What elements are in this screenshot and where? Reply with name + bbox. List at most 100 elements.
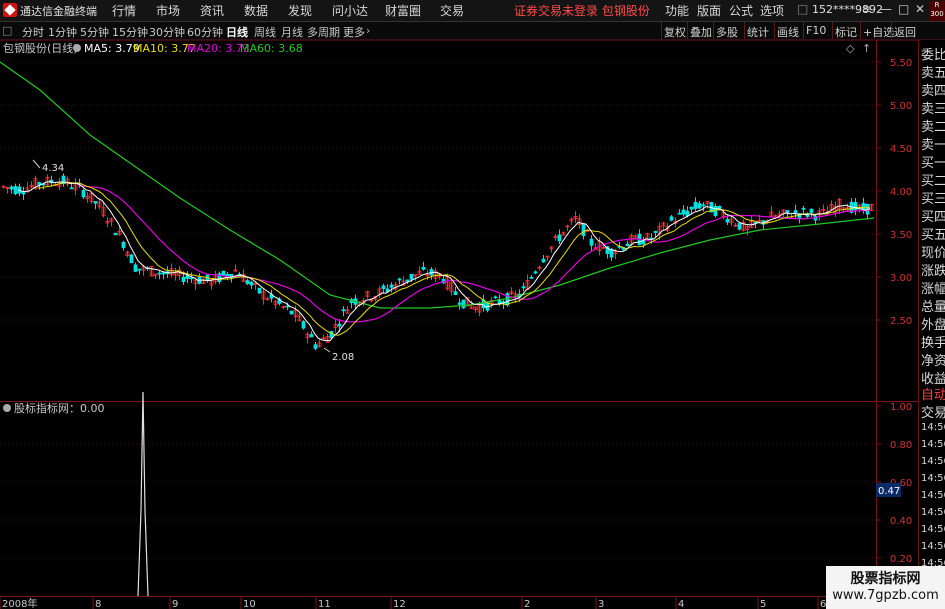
- period-5[interactable]: 60分钟: [187, 24, 223, 40]
- x-axis-label: 9: [172, 599, 178, 609]
- side-label-4: 卖二: [921, 120, 945, 135]
- side-label-3: 卖三: [921, 102, 945, 117]
- menu-0[interactable]: 行情: [112, 2, 136, 19]
- candle-body: [93, 201, 98, 204]
- sub-y-tick-label: 0.80: [890, 440, 912, 451]
- menu-function[interactable]: 功能: [665, 2, 689, 19]
- candle-body: [625, 243, 630, 247]
- ma5-label: MA5: 3.79: [84, 42, 140, 55]
- candle-body: [653, 230, 658, 233]
- toolbar-btn-3[interactable]: 统计: [747, 24, 769, 40]
- menu-7[interactable]: 交易: [440, 2, 464, 19]
- tab-trade[interactable]: 交易: [921, 402, 945, 421]
- toolbar-separator: [713, 22, 714, 39]
- expand-icon[interactable]: □: [2, 24, 12, 37]
- menu-2[interactable]: 资讯: [200, 2, 224, 19]
- menu-6[interactable]: 财富圈: [385, 2, 421, 19]
- x-axis-label: 4: [678, 599, 684, 609]
- user-account[interactable]: 152****9892: [812, 3, 883, 16]
- high-price-label: 4.34: [42, 163, 64, 174]
- period-8[interactable]: 月线: [281, 24, 303, 40]
- toolbar-btn-5[interactable]: F10: [806, 24, 826, 37]
- toolbar-btn-8[interactable]: 返回: [894, 24, 916, 40]
- candle-body: [313, 344, 318, 349]
- candle-body: [81, 190, 86, 198]
- low-price-label: 2.08: [332, 352, 354, 363]
- toolbar-btn-4[interactable]: 画线: [777, 24, 799, 40]
- login-notice[interactable]: 证券交易未登录 包钢股份: [514, 2, 650, 19]
- trade-time-0: 14:56: [921, 422, 945, 433]
- toolbar-btn-6[interactable]: 标记: [835, 24, 857, 40]
- dropdown-icon[interactable]: [73, 44, 81, 52]
- kline-chart[interactable]: 5.505.004.504.003.503.002.50 1.000.800.6…: [0, 40, 918, 609]
- indicator-current-value: 0.47: [878, 486, 900, 497]
- menu-5[interactable]: 问小达: [332, 2, 368, 19]
- candle-body: [461, 299, 466, 309]
- toolbar-separator: [832, 22, 833, 39]
- side-label-12: 涨跌: [921, 264, 945, 279]
- menu-3[interactable]: 数据: [244, 2, 268, 19]
- toolbar-separator: [891, 22, 892, 39]
- more-arrow-icon[interactable]: ›: [366, 24, 370, 37]
- menu-options[interactable]: 选项: [760, 2, 784, 19]
- period-1[interactable]: 1分钟: [48, 24, 77, 40]
- candle-body: [161, 272, 166, 275]
- period-3[interactable]: 15分钟: [112, 24, 148, 40]
- side-label-5: 卖一: [921, 138, 945, 153]
- period-2[interactable]: 5分钟: [80, 24, 109, 40]
- candle-body: [137, 268, 142, 271]
- tab-auto[interactable]: 自动: [921, 384, 945, 403]
- indicator-dropdown-icon[interactable]: [3, 404, 11, 412]
- trade-time-1: 14:56: [921, 439, 945, 450]
- period-4[interactable]: 30分钟: [149, 24, 185, 40]
- candle-body: [541, 258, 546, 263]
- candle-body: [309, 334, 314, 338]
- period-6[interactable]: 日线: [226, 24, 248, 40]
- watermark-title: 股票指标网: [850, 571, 921, 587]
- candle-body: [589, 238, 594, 246]
- side-label-7: 买二: [921, 174, 945, 189]
- x-axis-label: 11: [318, 599, 331, 609]
- minimize-icon[interactable]: —: [880, 2, 892, 16]
- toolbar-btn-7[interactable]: +自选: [863, 24, 894, 40]
- maximize-icon[interactable]: □: [898, 2, 909, 16]
- collapse-icon[interactable]: ↑: [862, 42, 871, 55]
- candle-body: [493, 296, 498, 299]
- menu-layout[interactable]: 版面: [697, 2, 721, 19]
- user-icon[interactable]: □: [797, 2, 808, 16]
- candle-body: [581, 223, 586, 237]
- candle-body: [285, 305, 290, 308]
- y-tick-label: 4.50: [890, 144, 912, 155]
- close-icon[interactable]: ✕: [915, 2, 925, 16]
- y-tick-label: 2.50: [890, 316, 912, 327]
- candle-body: [397, 278, 402, 281]
- menu-formula[interactable]: 公式: [729, 2, 753, 19]
- toolbar-btn-0[interactable]: 复权: [664, 24, 686, 40]
- period-7[interactable]: 周线: [254, 24, 276, 40]
- sub-y-tick-label: 1.00: [890, 402, 912, 413]
- period-9[interactable]: 多周期: [307, 24, 340, 40]
- menu-icon[interactable]: ≡: [862, 2, 872, 16]
- candle-body: [725, 218, 730, 223]
- trade-time-7: 14:56: [921, 541, 945, 552]
- toolbar-btn-1[interactable]: 叠加: [690, 24, 712, 40]
- period-10[interactable]: 更多: [343, 24, 365, 40]
- ma60-label: MA60: 3.68: [240, 42, 303, 55]
- diamond-icon[interactable]: ◇: [846, 42, 855, 55]
- toolbar-separator: [803, 22, 804, 39]
- app-logo-icon: [3, 3, 17, 17]
- candle-body: [157, 272, 162, 275]
- toolbar-btn-2[interactable]: 多股: [716, 24, 738, 40]
- side-label-13: 涨幅: [921, 282, 945, 297]
- menu-4[interactable]: 发现: [288, 2, 312, 19]
- sub-y-tick-label: 0.20: [890, 554, 912, 565]
- menu-1[interactable]: 市场: [156, 2, 180, 19]
- candle-body: [689, 206, 694, 210]
- candle-body: [717, 205, 722, 209]
- period-0[interactable]: 分时: [22, 24, 44, 40]
- side-label-9: 买四: [921, 210, 945, 225]
- toolbar-separator: [860, 22, 861, 39]
- candle-body: [737, 223, 742, 230]
- side-label-8: 买三: [921, 192, 945, 207]
- x-axis-label: 2008年: [2, 597, 37, 609]
